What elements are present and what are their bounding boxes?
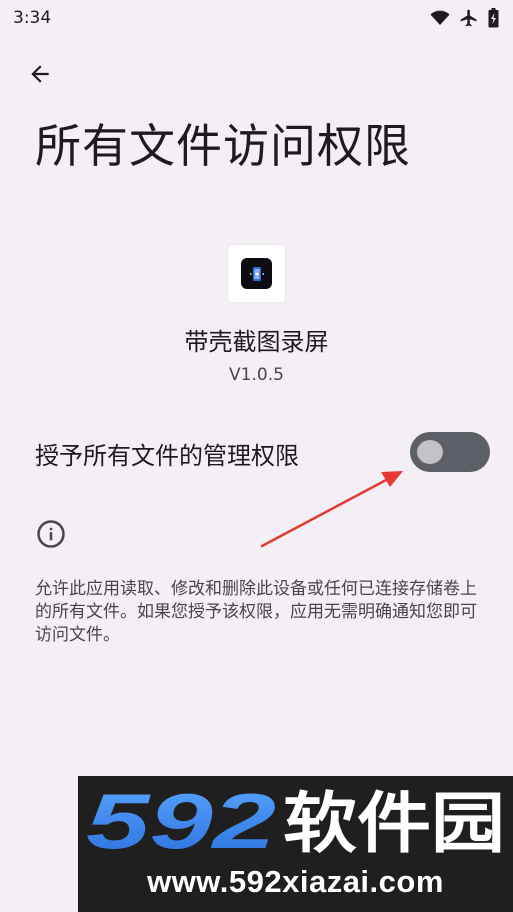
watermark: 592 软件园 www.592xiazai.com	[78, 776, 513, 912]
status-icons	[430, 8, 499, 28]
airplane-icon	[460, 9, 477, 27]
permission-toggle-row[interactable]: 授予所有文件的管理权限	[0, 420, 513, 484]
wifi-icon	[430, 10, 450, 25]
toggle-thumb	[417, 440, 443, 464]
watermark-logo-digits: 592	[86, 777, 276, 865]
watermark-logo-text: 软件园	[283, 785, 505, 862]
app-icon-inner	[241, 258, 272, 289]
arrow-left-icon	[31, 65, 49, 83]
back-button[interactable]	[20, 54, 60, 94]
status-time: 3:34	[13, 8, 52, 28]
watermark-logo: 592 软件园	[86, 777, 505, 865]
status-bar: 3:34	[0, 0, 513, 36]
app-version: V1.0.5	[229, 365, 284, 385]
app-name: 带壳截图录屏	[184, 328, 329, 356]
watermark-url: www.592xiazai.com	[147, 864, 444, 899]
permission-toggle[interactable]	[410, 432, 490, 472]
permission-description: 允许此应用读取、修改和删除此设备或任何已连接存储卷上的所有文件。如果您授予该权限…	[35, 579, 477, 645]
permission-label: 授予所有文件的管理权限	[35, 442, 299, 470]
app-icon	[228, 245, 285, 302]
phone-screenshot-icon	[249, 266, 264, 281]
info-icon	[37, 520, 65, 548]
page-title: 所有文件访问权限	[35, 119, 411, 173]
battery-icon	[488, 8, 499, 28]
